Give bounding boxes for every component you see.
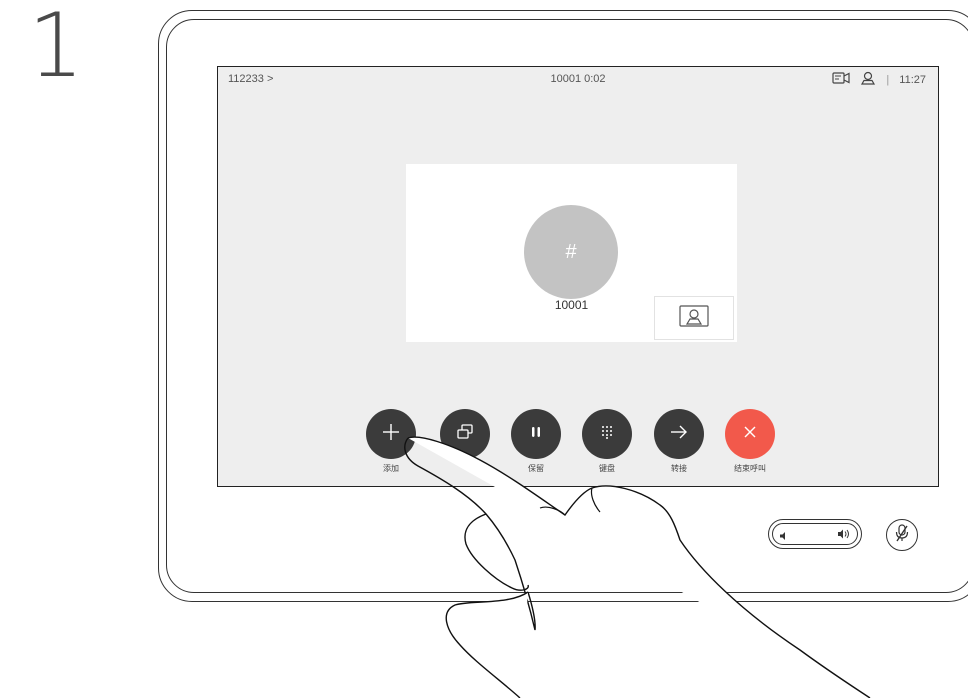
- pointing-hand-illustration: [404, 436, 871, 698]
